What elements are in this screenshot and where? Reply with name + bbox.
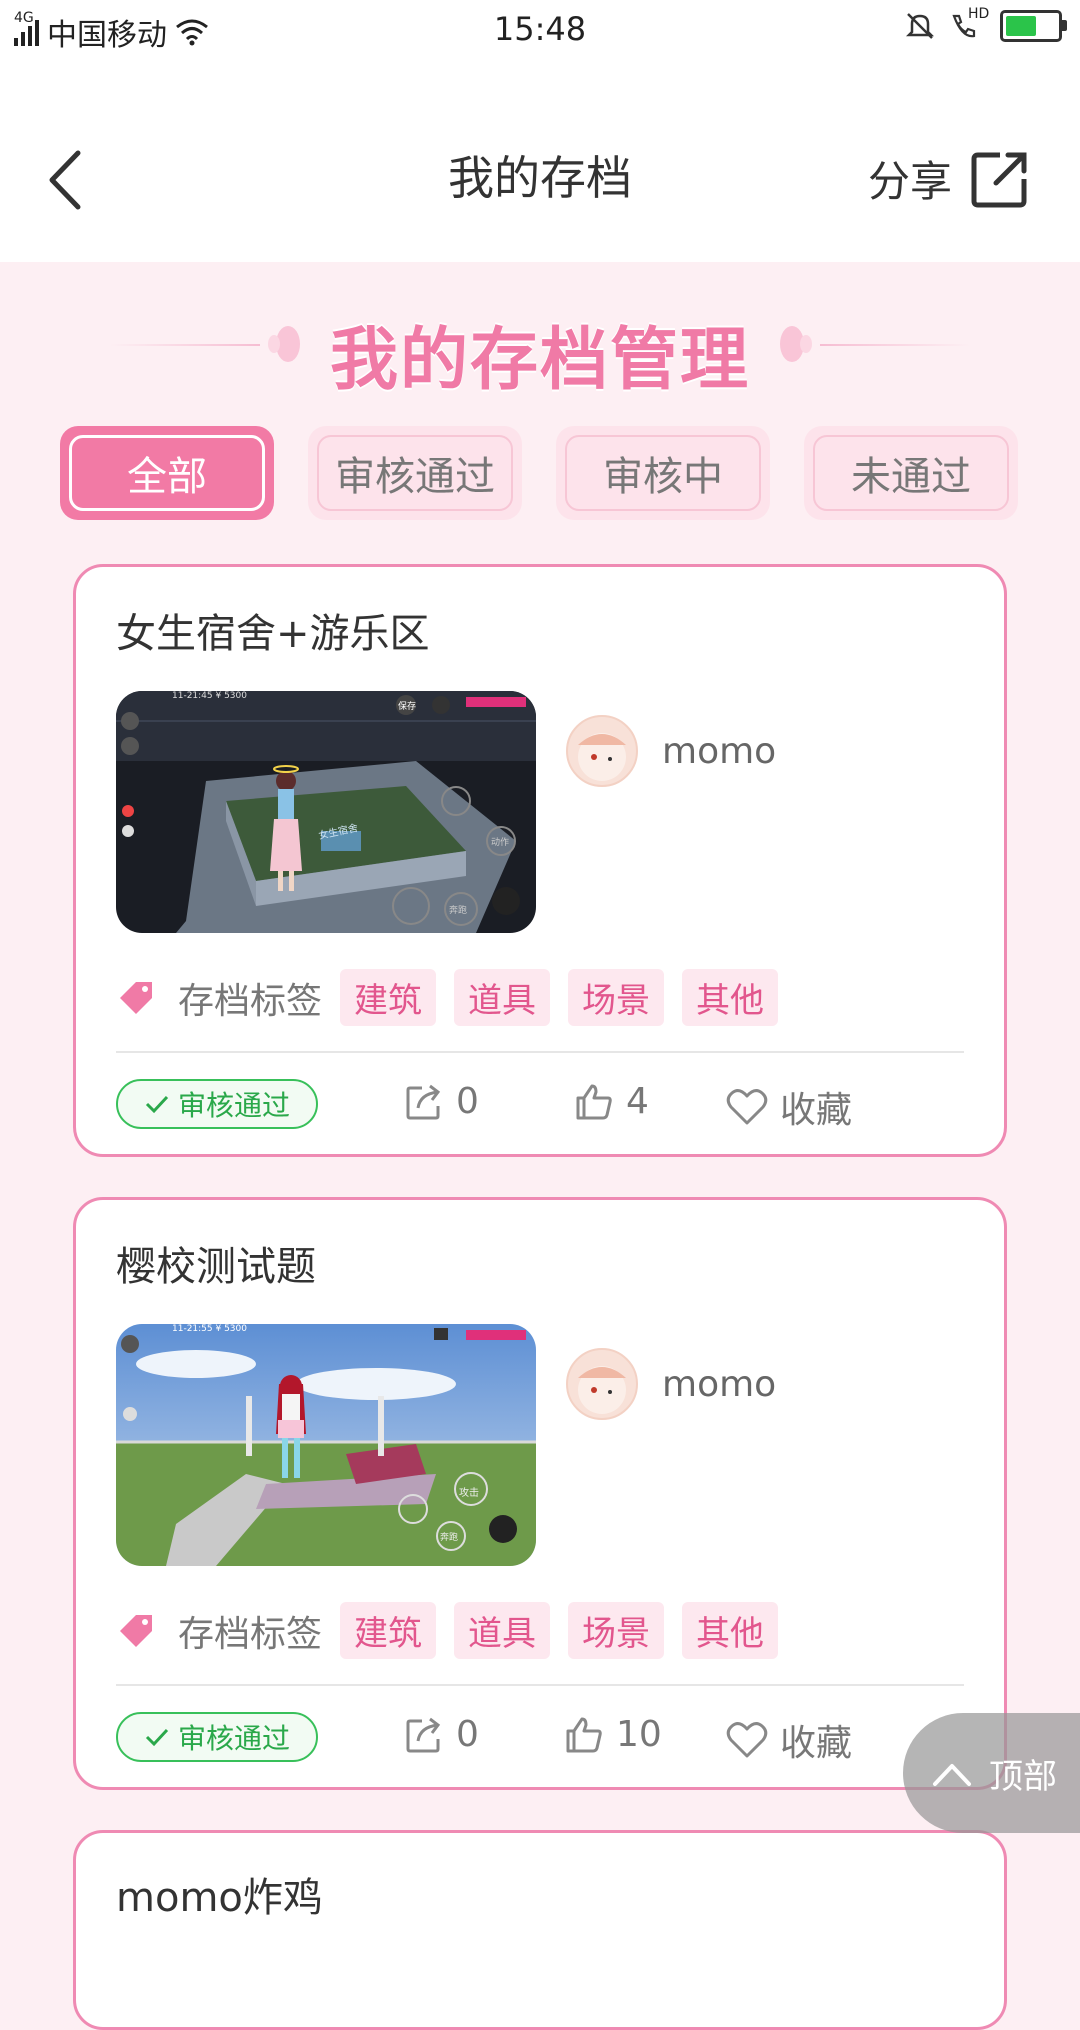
thumb-save-label: 保存 (398, 702, 417, 712)
divider (116, 1684, 964, 1686)
save-card[interactable]: 女生宿舍+游乐区 11-21:45 ¥ 5300 保存 女生宿舍 动作 奔跑 m… (73, 564, 1007, 1157)
thumb-hud-text: 11-21:45 ¥ 5300 (172, 691, 247, 701)
hd-call-icon: HD (948, 6, 989, 42)
tag-chip[interactable]: 其他 (682, 1602, 779, 1659)
section-banner: 我的存档管理 (0, 300, 1080, 400)
thumb-run-label: 奔跑 (449, 906, 468, 916)
favorite-label: 收藏 (780, 1090, 853, 1131)
save-thumbnail[interactable]: 11-21:55 ¥ 5300 攻击 奔跑 (116, 1324, 536, 1566)
share-label: 分享 (867, 157, 952, 206)
tag-chip[interactable]: 其他 (682, 969, 779, 1026)
save-thumbnail[interactable]: 11-21:45 ¥ 5300 保存 女生宿舍 动作 奔跑 (116, 691, 536, 933)
thumb-hud-text: 11-21:55 ¥ 5300 (172, 1324, 247, 1334)
banner-divider-right (820, 344, 970, 346)
heart-icon (726, 1089, 768, 1125)
tab-reviewing[interactable]: 审核中 (556, 426, 770, 520)
like-stat[interactable]: 4 (574, 1081, 649, 1122)
tag-label: 存档标签 (178, 980, 323, 1022)
avatar[interactable] (566, 715, 638, 787)
thumbs-up-icon (566, 1717, 602, 1752)
tag-chip[interactable]: 道具 (454, 969, 551, 1026)
tag-chip[interactable]: 建筑 (340, 969, 437, 1026)
save-title: 樱校测试题 (116, 1244, 316, 1290)
tag-row: 存档标签 建筑 道具 场景 其他 (116, 1602, 796, 1659)
favorite-label: 收藏 (780, 1723, 853, 1764)
share-stat[interactable]: 0 (404, 1081, 479, 1122)
thumb-action-label: 动作 (491, 838, 510, 848)
share-icon (406, 1717, 441, 1752)
divider (116, 1051, 964, 1053)
tag-label: 存档标签 (178, 1613, 323, 1655)
check-icon (145, 1728, 169, 1747)
tag-icon (120, 1614, 152, 1647)
thumbs-up-icon (576, 1084, 612, 1119)
card-footer: 审核通过 0 4 收藏 (116, 1077, 964, 1137)
tag-chip[interactable]: 建筑 (340, 1602, 437, 1659)
tab-label: 未通过 (813, 435, 1009, 511)
back-to-top-label: 顶部 (989, 1756, 1057, 1797)
heart-icon (726, 1722, 768, 1758)
status-badge: 审核通过 (116, 1712, 318, 1762)
save-title: momo炸鸡 (116, 1875, 323, 1921)
share-count: 0 (456, 1714, 479, 1755)
share-button[interactable]: 分享 (868, 148, 1030, 209)
like-count: 10 (616, 1714, 662, 1755)
favorite-button[interactable]: 收藏 (726, 1714, 852, 1766)
status-text: 审核通过 (177, 1722, 290, 1755)
status-badge: 审核通过 (116, 1079, 318, 1129)
mute-bell-icon (905, 13, 935, 39)
like-stat[interactable]: 10 (564, 1714, 662, 1755)
tag-chip[interactable]: 场景 (568, 1602, 665, 1659)
petal-right-icon (780, 326, 812, 362)
save-card[interactable]: momo炸鸡 (73, 1830, 1007, 2030)
tag-icon (120, 981, 152, 1014)
tab-label: 全部 (69, 435, 265, 511)
check-icon (145, 1095, 169, 1114)
banner-title: 我的存档管理 (329, 321, 750, 400)
save-title: 女生宿舍+游乐区 (116, 611, 430, 657)
tag-chip[interactable]: 道具 (454, 1602, 551, 1659)
nav-bar: 我的存档 分享 (0, 60, 1080, 262)
status-text: 审核通过 (177, 1089, 290, 1122)
tag-chip[interactable]: 场景 (568, 969, 665, 1026)
thumb-attack-label: 攻击 (459, 1488, 479, 1499)
save-card[interactable]: 樱校测试题 11-21:55 ¥ 5300 攻击 奔跑 momo 存档标签 建筑… (73, 1197, 1007, 1790)
thumb-run-label: 奔跑 (440, 1533, 459, 1543)
chevron-up-icon (933, 1764, 971, 1786)
author-name: momo (662, 1363, 777, 1405)
favorite-button[interactable]: 收藏 (726, 1081, 852, 1133)
tab-label: 审核中 (565, 435, 761, 511)
status-bar: 4G 中国移动 15:48 HD (0, 0, 1080, 60)
share-count: 0 (456, 1081, 479, 1122)
back-to-top-button[interactable]: 顶部 (903, 1713, 1080, 1833)
battery-icon (1000, 10, 1067, 42)
tab-approved[interactable]: 审核通过 (308, 426, 522, 520)
card-footer: 审核通过 0 10 收藏 (116, 1710, 964, 1770)
author-name: momo (662, 730, 777, 772)
tag-row: 存档标签 建筑 道具 场景 其他 (116, 969, 796, 1026)
share-icon (406, 1084, 441, 1119)
tab-rejected[interactable]: 未通过 (804, 426, 1018, 520)
tab-all[interactable]: 全部 (60, 426, 274, 520)
share-stat[interactable]: 0 (404, 1714, 479, 1755)
status-filter-tabs: 全部 审核通过 审核中 未通过 (60, 426, 1020, 522)
like-count: 4 (626, 1081, 649, 1122)
tab-label: 审核通过 (317, 435, 513, 511)
author-info[interactable]: momo (566, 1348, 776, 1420)
author-info[interactable]: momo (566, 715, 776, 787)
avatar[interactable] (566, 1348, 638, 1420)
share-icon (971, 152, 1027, 207)
